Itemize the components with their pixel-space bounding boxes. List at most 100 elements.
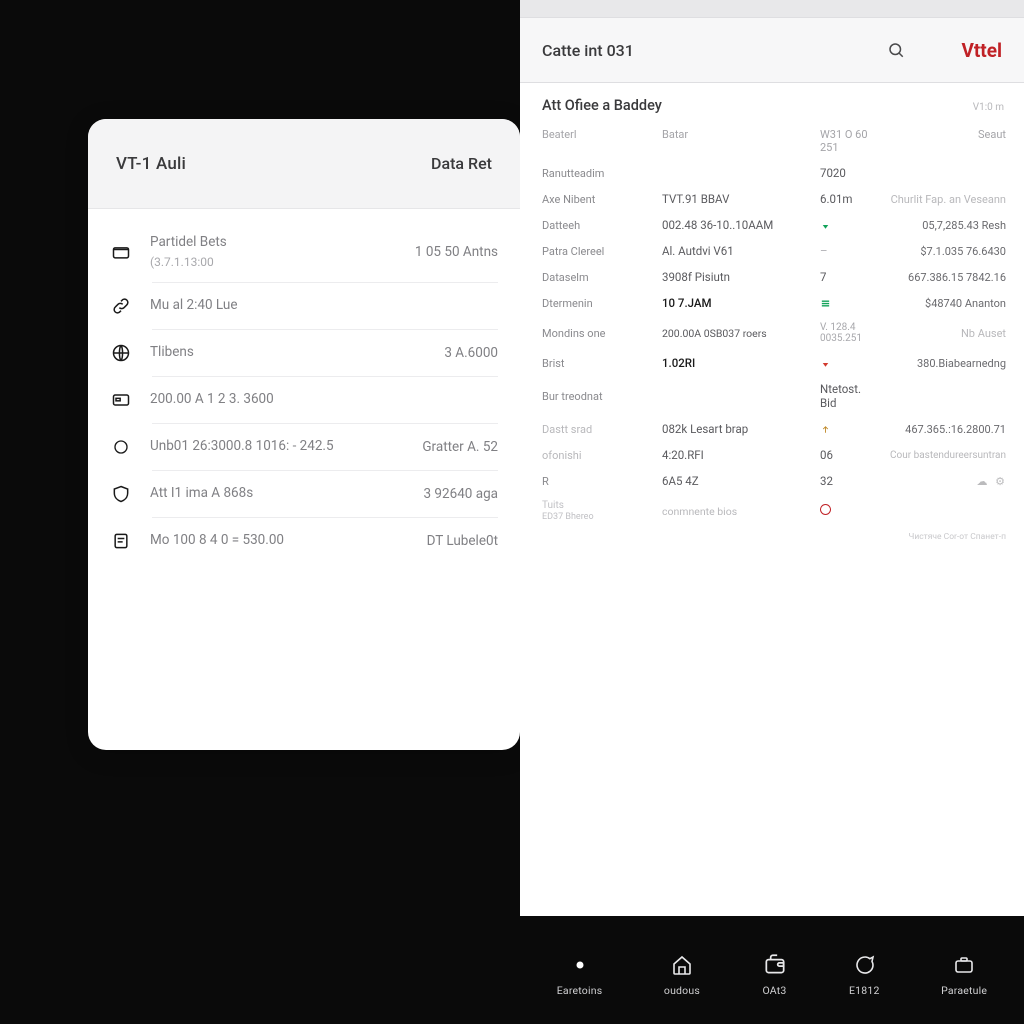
- table-row[interactable]: Datteeh 002.48 36-10..10AAM 05,7,285.43 …: [542, 212, 1006, 238]
- list-item[interactable]: 200.00 A 1 2 3. 3600: [88, 378, 520, 422]
- cell-amount: 05,7,285.43 Resh: [876, 219, 1006, 232]
- list-item[interactable]: Partidel Bets (3.7.1.13:00 1 05 50 Antns: [88, 223, 520, 281]
- divider: [152, 517, 498, 518]
- table-row[interactable]: Bur treodnat Ntetost. Bid: [542, 376, 1006, 416]
- cell-amount: Nb Auset: [876, 327, 1006, 340]
- item-value: Gratter A. 52: [422, 439, 498, 455]
- table-row[interactable]: Dataselm 3908f Pisiutn 7 667.386.15 7842…: [542, 264, 1006, 290]
- cell-amount: 467.365.:16.2800.71: [876, 423, 1006, 436]
- nav-item-e1812[interactable]: E1812: [849, 952, 880, 997]
- th-amount: Seaut: [876, 128, 1006, 154]
- cell-label: Bur treodnat: [542, 390, 662, 403]
- divider: [152, 282, 498, 283]
- th-data: Batar: [662, 128, 760, 154]
- cell-label: R: [542, 475, 662, 488]
- cell-indicator: 7020: [820, 166, 876, 180]
- menu-icon: [820, 298, 876, 309]
- list: Partidel Bets (3.7.1.13:00 1 05 50 Antns…: [88, 209, 520, 563]
- cell-indicator: V. 128.4 0035.251: [820, 322, 876, 344]
- cell-label: Tuits ED37 Bhereo: [542, 500, 662, 522]
- cell-label: Dtermenin: [542, 297, 662, 310]
- cell-indicator: 32: [820, 474, 876, 488]
- list-item[interactable]: Att I1 ima A 868s 3 92640 aga: [88, 472, 520, 516]
- cell-data: 200.00A 0SB037 roers: [662, 327, 820, 340]
- item-label: 200.00 A 1 2 3. 3600: [150, 390, 480, 409]
- table-row[interactable]: Brist 1.02RI 380.Biabearnedng: [542, 350, 1006, 376]
- table-row[interactable]: Ranutteadim 7020: [542, 160, 1006, 186]
- th-code: W31 O 60 251: [820, 128, 876, 154]
- cloud-icon: ☁: [976, 475, 988, 487]
- cell-label: Dastt srad: [542, 423, 662, 436]
- window-title-right: Data Ret: [431, 154, 492, 173]
- cell-amount: 380.Biabearnedng: [876, 357, 1006, 370]
- item-value: 1 05 50 Antns: [415, 244, 498, 260]
- shield-icon: [110, 483, 132, 505]
- cell-data: conmnente bios: [662, 505, 820, 518]
- cell-label: Ranutteadim: [542, 167, 662, 180]
- divider: [152, 376, 498, 377]
- status-gap: [520, 0, 1024, 17]
- cell-data: 10 7.JAM: [662, 296, 820, 310]
- circle-icon: [110, 436, 132, 458]
- cell-data: 082k Lesart brap: [662, 422, 820, 436]
- globe-icon: [110, 342, 132, 364]
- mini-icons: ☁ ⚙: [876, 475, 1006, 487]
- cell-data: 1.02RI: [662, 356, 820, 370]
- detail-window: Catte int 031 Vttel Att Ofiee a Baddey V…: [520, 0, 1024, 916]
- cell-data: 6A5 4Z: [662, 474, 820, 488]
- list-item[interactable]: Mu al 2:40 Lue: [88, 284, 520, 328]
- arrow-up-icon: [820, 424, 876, 435]
- list-item[interactable]: Mo 100 8 4 0 = 530.00 DT Lubele0t: [88, 519, 520, 563]
- chat-icon: [851, 952, 877, 978]
- table-row[interactable]: R 6A5 4Z 32 ☁ ⚙: [542, 468, 1006, 494]
- search-icon[interactable]: [887, 41, 905, 59]
- dot-icon: [567, 952, 593, 978]
- cell-amount: $7.1.035 76.6430: [876, 245, 1006, 258]
- table-row[interactable]: Patra Clereel Al. Autdvi V61 – $7.1.035 …: [542, 238, 1006, 264]
- nav-item-eareroms[interactable]: Earetoins: [557, 952, 603, 997]
- nav-item-oudots[interactable]: oudous: [664, 952, 700, 997]
- item-label: Mo 100 8 4 0 = 530.00: [150, 531, 409, 550]
- cell-label: Axe Nibent: [542, 193, 662, 206]
- cell-label: Dataselm: [542, 271, 662, 284]
- item-label: Tlibens: [150, 343, 426, 362]
- list-item[interactable]: Tlibens 3 A.6000: [88, 331, 520, 375]
- arrow-down-icon: [820, 358, 876, 369]
- link-icon: [110, 295, 132, 317]
- nav-item-paranule[interactable]: Paraetule: [941, 952, 987, 997]
- cell-indicator: 06: [820, 448, 876, 462]
- table-row[interactable]: ofonishi 4:20.RFI 06 Cour bastendureersu…: [542, 442, 1006, 468]
- th-blank: [760, 128, 820, 154]
- cell-amount: Churlit Fap. an Veseann: [876, 193, 1006, 206]
- item-label: Att I1 ima A 868s: [150, 484, 406, 503]
- table-row[interactable]: Axe Nibent TVT.91 BBAV 6.01m Churlit Fap…: [542, 186, 1006, 212]
- portfolio-icon: [951, 952, 977, 978]
- list-item[interactable]: Unb01 26:3000.8 1016: - 242.5 Gratter A.…: [88, 425, 520, 469]
- divider: [152, 329, 498, 330]
- home-icon: [669, 952, 695, 978]
- note-icon: [110, 530, 132, 552]
- headerbar: Catte int 031 Vttel: [520, 17, 1024, 83]
- item-label: Mu al 2:40 Lue: [150, 296, 480, 315]
- footer-note: Чистяче Соr-от Спанет-п: [520, 528, 1024, 542]
- folder-icon: [110, 241, 132, 263]
- nav-item-oats[interactable]: OAt3: [762, 952, 788, 997]
- brand-logo: Vttel: [961, 39, 1002, 62]
- cell-amount: Cour bastendureersuntran: [876, 450, 1006, 461]
- table-row[interactable]: Dtermenin 10 7.JAM $48740 Ananton: [542, 290, 1006, 316]
- panel-meta: V1:0 m: [973, 102, 1004, 113]
- divider: [152, 470, 498, 471]
- bottom-nav: Earetoins oudous OAt3 E1812 Paraetule: [520, 916, 1024, 1024]
- cell-amount: $48740 Ananton: [876, 297, 1006, 310]
- ring-icon: [820, 504, 876, 518]
- titlebar: VT-1 Auli Data Ret: [88, 119, 520, 209]
- cell-data: Al. Autdvi V61: [662, 244, 820, 258]
- nav-label: oudous: [664, 984, 700, 997]
- nav-label: Paraetule: [941, 984, 987, 997]
- table-row[interactable]: Mondins one 200.00A 0SB037 roers V. 128.…: [542, 316, 1006, 350]
- card-icon: [110, 389, 132, 411]
- item-value: 3 92640 aga: [424, 486, 499, 502]
- table-row[interactable]: Tuits ED37 Bhereo conmnente bios: [542, 494, 1006, 528]
- nav-label: E1812: [849, 984, 880, 997]
- table-row[interactable]: Dastt srad 082k Lesart brap 467.365.:16.…: [542, 416, 1006, 442]
